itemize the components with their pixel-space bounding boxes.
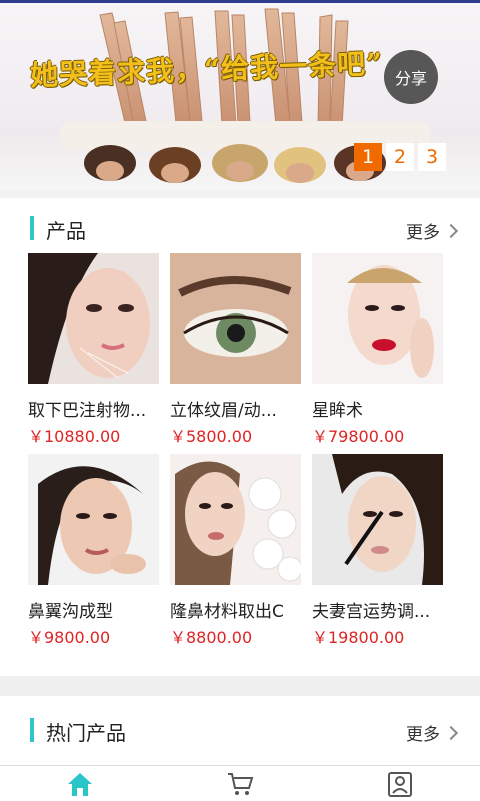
product-card[interactable]: 隆鼻材料取出C ￥8800.00 (170, 454, 301, 648)
product-name: 隆鼻材料取出C (170, 602, 284, 622)
product-name: 星眸术 (312, 401, 363, 421)
product-price: ￥19800.00 (312, 628, 405, 647)
more-label: 更多 (406, 223, 440, 243)
section-accent-bar (30, 718, 34, 742)
product-price: ￥8800.00 (170, 628, 253, 647)
product-card[interactable]: 鼻翼沟成型 ￥9800.00 (28, 454, 159, 648)
section-accent-bar (30, 216, 34, 240)
banner-pager: 1 2 3 (354, 143, 446, 171)
profile-icon (388, 771, 412, 797)
product-price: ￥5800.00 (170, 427, 253, 446)
hot-products-title: 热门产品 (46, 721, 126, 745)
pager-dot-2[interactable]: 2 (386, 143, 414, 171)
product-image (170, 454, 301, 585)
section-divider (0, 676, 480, 696)
product-price: ￥79800.00 (312, 427, 405, 446)
nav-cart[interactable] (160, 766, 320, 801)
promo-banner[interactable]: 她哭着求我，“给我一条吧” 分享 1 2 3 (0, 3, 480, 190)
product-name: 取下巴注射物... (28, 401, 147, 421)
chevron-right-icon (443, 725, 459, 740)
product-price: ￥10880.00 (28, 427, 121, 446)
chevron-right-icon (443, 223, 459, 238)
product-card[interactable]: 取下巴注射物... ￥10880.00 (28, 253, 159, 447)
cart-icon (228, 772, 254, 795)
product-name: 夫妻宫运势调... (312, 602, 431, 622)
pager-dot-1[interactable]: 1 (354, 143, 382, 171)
products-section: 产品 更多 取下巴注射物... ￥10880.00 立体纹眉/动... ￥580… (0, 198, 480, 676)
products-more-link[interactable]: 更多 (406, 218, 459, 243)
more-label: 更多 (406, 725, 440, 745)
nav-profile[interactable] (320, 766, 480, 801)
hot-products-header: 热门产品 更多 (0, 696, 480, 760)
product-card[interactable]: 立体纹眉/动... ￥5800.00 (170, 253, 301, 447)
bottom-nav (0, 765, 480, 801)
products-title: 产品 (46, 219, 86, 243)
nav-home[interactable] (0, 766, 160, 801)
product-name: 鼻翼沟成型 (28, 602, 113, 622)
hot-products-section: 热门产品 更多 (0, 696, 480, 765)
product-image (28, 454, 159, 585)
product-image (28, 253, 159, 384)
home-icon (68, 772, 92, 796)
product-image (312, 253, 443, 384)
product-image (170, 253, 301, 384)
product-name: 立体纹眉/动... (170, 401, 277, 421)
pager-dot-3[interactable]: 3 (418, 143, 446, 171)
product-image (312, 454, 443, 585)
product-price: ￥9800.00 (28, 628, 111, 647)
share-button[interactable]: 分享 (384, 50, 438, 104)
product-card[interactable]: 星眸术 ￥79800.00 (312, 253, 443, 447)
product-card[interactable]: 夫妻宫运势调... ￥19800.00 (312, 454, 443, 648)
hot-products-more-link[interactable]: 更多 (406, 720, 459, 745)
